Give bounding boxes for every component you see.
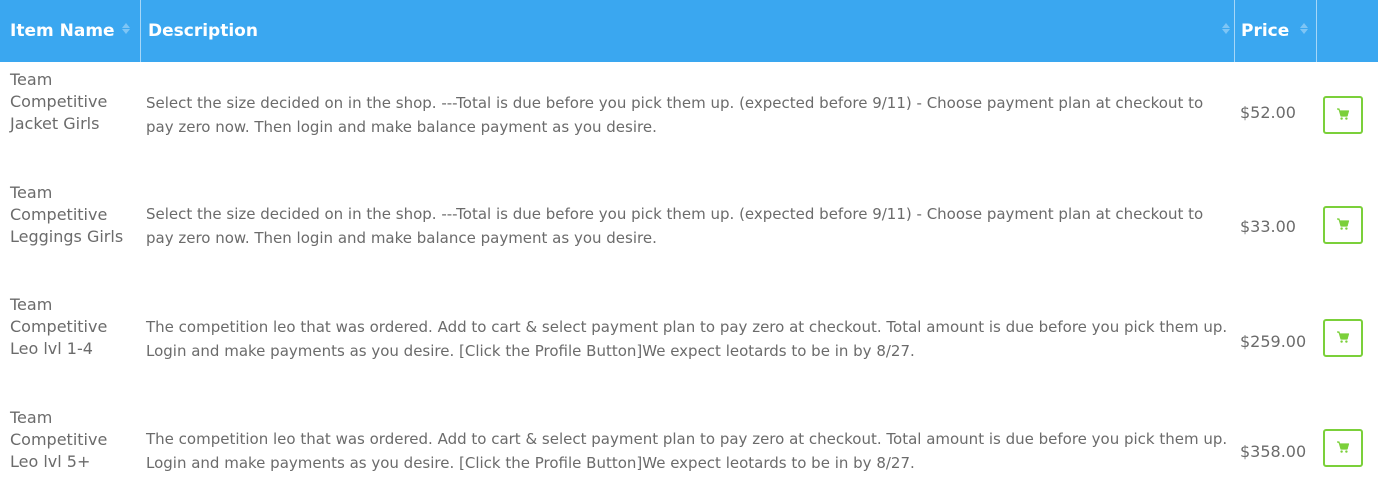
column-header-label: Description [148, 21, 258, 41]
table-row: Team Competitive Leo lvl 5+ The competit… [0, 404, 1378, 493]
add-to-cart-button[interactable] [1323, 319, 1363, 357]
item-name: Team Competitive Leggings Girls [10, 183, 124, 246]
column-header-action [1317, 0, 1378, 62]
item-price: $33.00 [1240, 217, 1296, 236]
column-header-label: Price [1241, 21, 1290, 41]
column-header-item-name[interactable]: Item Name [10, 0, 130, 62]
add-to-cart-button[interactable] [1323, 96, 1363, 134]
add-to-cart-button[interactable] [1323, 429, 1363, 467]
table-row: Team Competitive Leggings Girls Select t… [0, 179, 1378, 287]
shopping-cart-icon [1336, 439, 1350, 458]
column-header-description[interactable]: Description [148, 0, 1228, 62]
item-name: Team Competitive Leo lvl 1-4 [10, 295, 108, 358]
item-description: Select the size decided on in the shop. … [146, 94, 1204, 136]
table-row: Team Competitive Jacket Girls Select the… [0, 66, 1378, 174]
item-name: Team Competitive Jacket Girls [10, 70, 108, 133]
sort-icon[interactable] [1222, 22, 1230, 35]
item-description: The competition leo that was ordered. Ad… [146, 430, 1228, 472]
table-header: Item Name Description Price [0, 0, 1378, 62]
item-price: $259.00 [1240, 332, 1307, 351]
shopping-cart-icon [1336, 216, 1350, 235]
table-row: Team Competitive Leo lvl 1-4 The competi… [0, 292, 1378, 400]
item-price: $52.00 [1240, 103, 1296, 122]
sort-icon[interactable] [122, 22, 130, 35]
shopping-cart-icon [1336, 329, 1350, 348]
item-price: $358.00 [1240, 442, 1307, 461]
product-table: Item Name Description Price Team Competi… [0, 0, 1378, 493]
sort-icon[interactable] [1300, 22, 1308, 35]
shopping-cart-icon [1336, 106, 1350, 125]
item-description: Select the size decided on in the shop. … [146, 205, 1204, 247]
item-name: Team Competitive Leo lvl 5+ [10, 408, 108, 471]
column-header-label: Item Name [10, 21, 115, 41]
item-description: The competition leo that was ordered. Ad… [146, 318, 1228, 360]
add-to-cart-button[interactable] [1323, 206, 1363, 244]
